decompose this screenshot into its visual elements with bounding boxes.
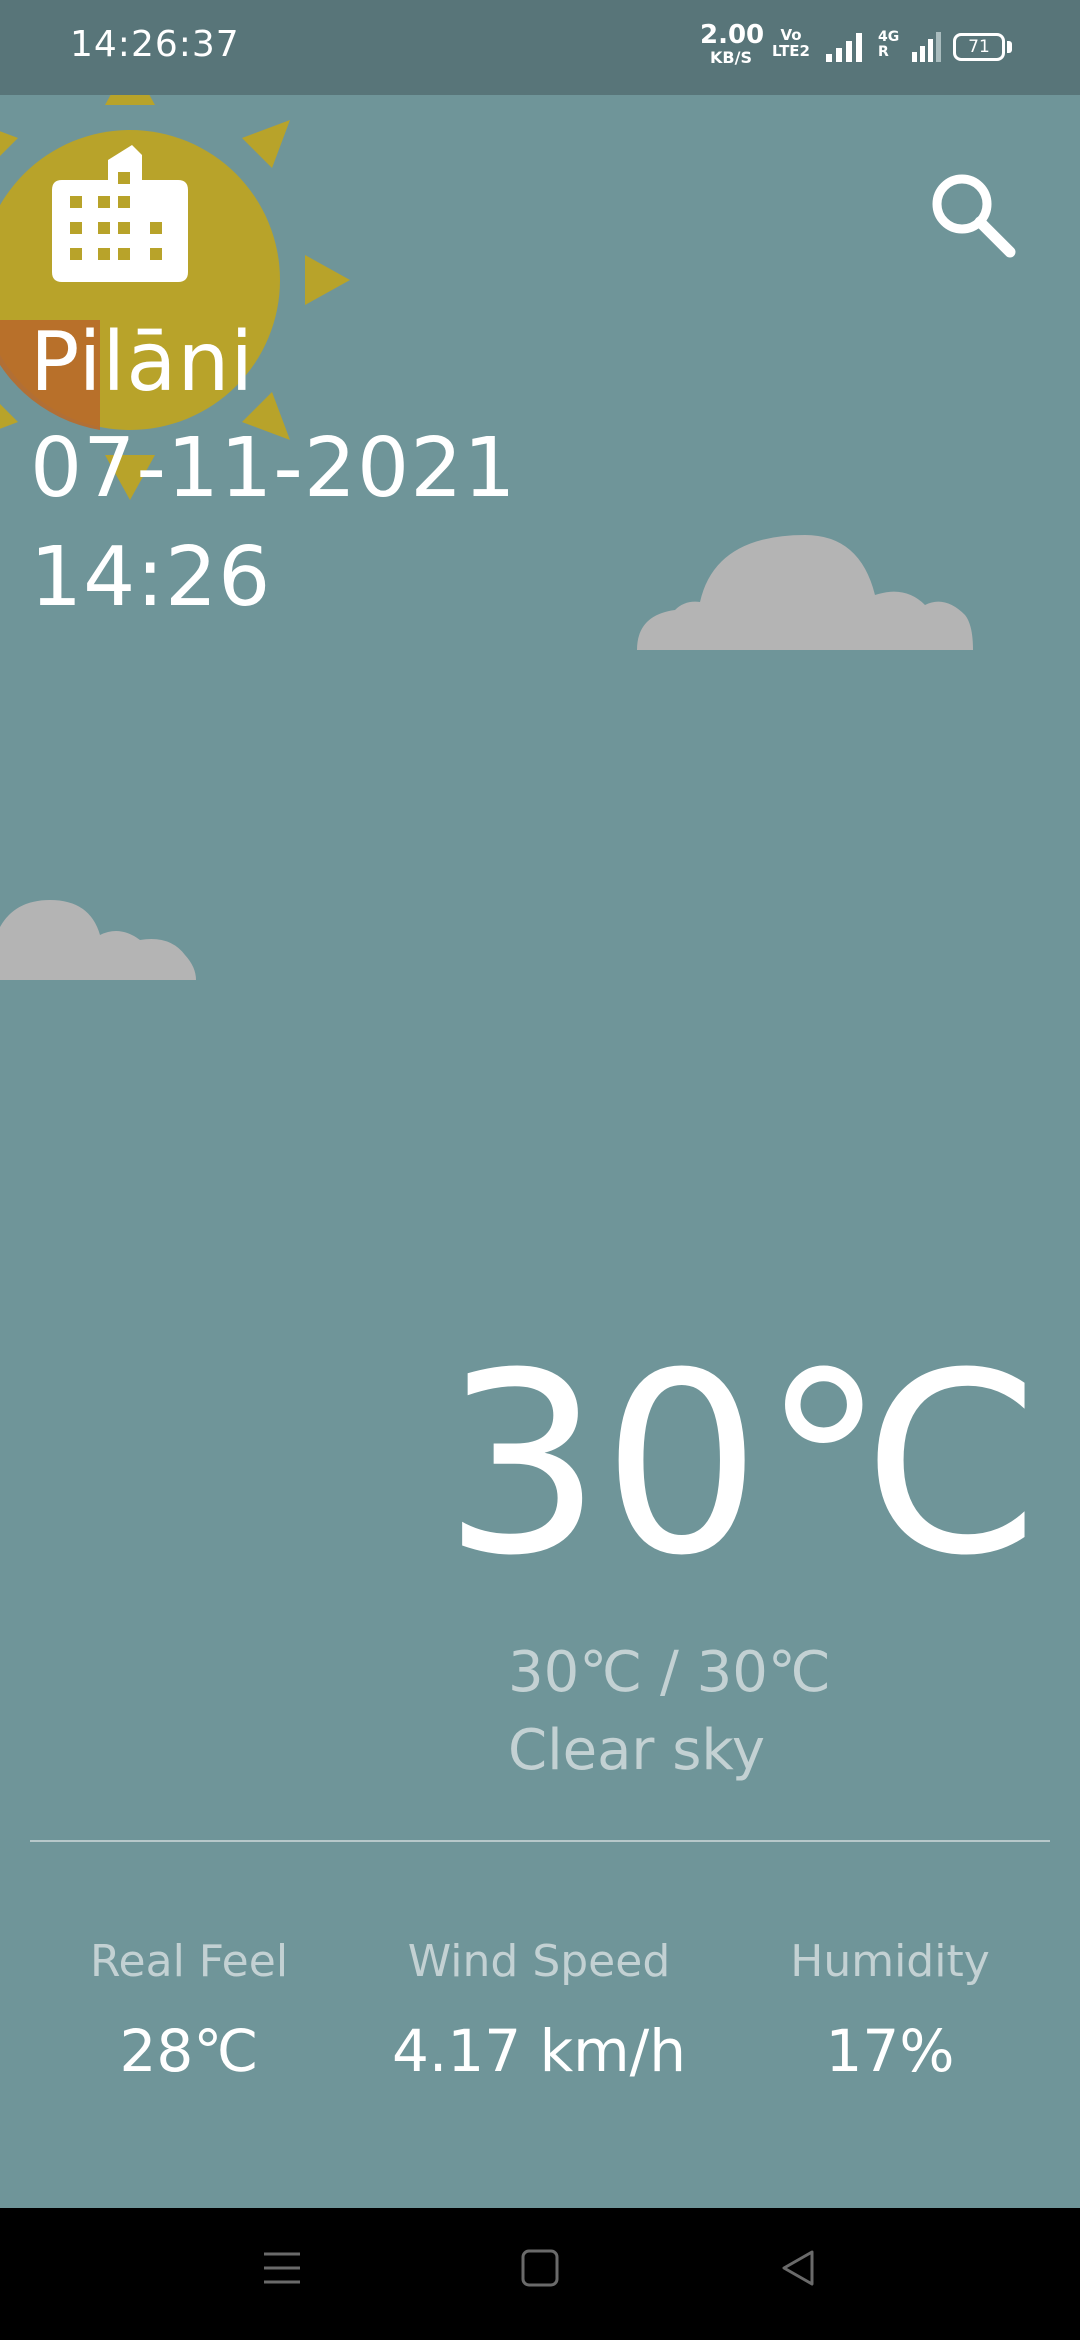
network-type-label: 4G [878,29,900,45]
menu-icon[interactable] [262,2248,302,2288]
current-time: 14:26 [30,530,272,625]
roaming-label: R [878,43,889,60]
weather-screen: 14:26:37 2.00 KB/S Vo LTE2 4G R 71 Pilān… [0,0,1080,2340]
status-time: 14:26:37 [70,24,240,65]
cloud-small-icon [0,900,196,980]
home-icon[interactable] [520,2248,560,2288]
wind-speed-value: 4.17 km/h [392,2017,686,2085]
signal-strength-2-icon [912,32,941,62]
current-temperature: 30℃ [443,1319,1042,1610]
humidity-label: Humidity [790,1936,990,1987]
real-feel-stat: Real Feel 28℃ [19,1936,359,2085]
cloud-icon [637,535,973,650]
search-icon[interactable] [926,168,1018,260]
real-feel-label: Real Feel [89,1936,289,1987]
network-speed: 2.00 KB/S [700,20,765,67]
volte-indicator: Vo LTE2 [772,27,810,60]
battery-tip [1007,41,1012,53]
battery-icon: 71 [953,33,1005,61]
back-icon[interactable] [778,2248,818,2288]
lte-label: LTE2 [772,41,810,60]
humidity-value: 17% [825,2017,955,2085]
weather-condition: Clear sky [508,1718,766,1783]
building-icon [52,145,188,282]
wind-speed-label: Wind Speed [407,1936,671,1987]
humidity-stat: Humidity 17% [720,1936,1060,2085]
network-speed-unit: KB/S [710,48,752,67]
real-feel-value: 28℃ [119,2017,259,2085]
wind-speed-stat: Wind Speed 4.17 km/h [369,1936,709,2085]
battery-level: 71 [968,37,990,57]
temperature-range: 30℃ / 30℃ [508,1640,831,1705]
network-speed-value: 2.00 [700,20,765,50]
current-date: 07-11-2021 [30,421,517,516]
navigation-bar [0,2208,1080,2340]
network-type-indicator: 4G R [878,30,899,59]
status-bar: 14:26:37 2.00 KB/S Vo LTE2 4G R 71 [0,0,1080,95]
city-name: Pilāni [30,315,255,410]
signal-strength-icon [826,33,862,62]
divider [30,1840,1050,1842]
